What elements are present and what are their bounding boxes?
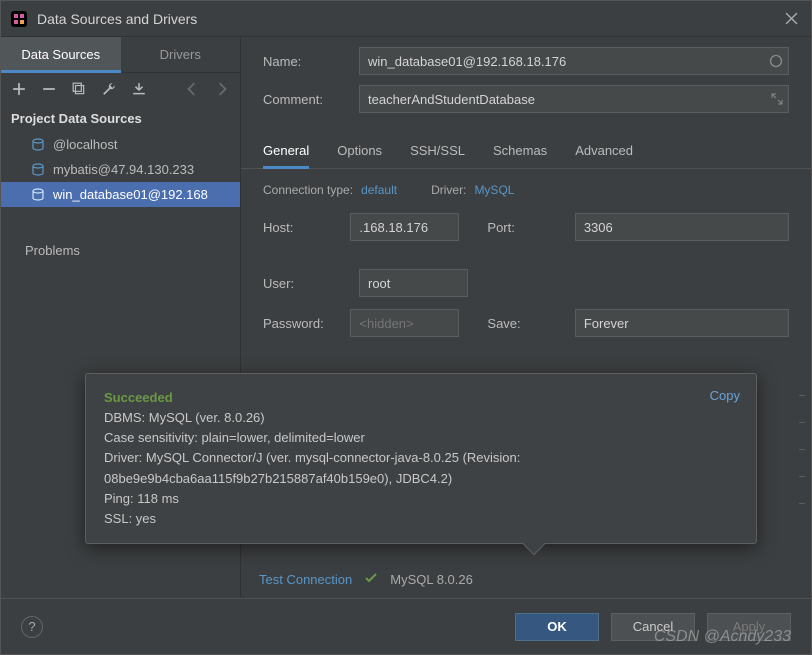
datasource-label: mybatis@47.94.130.233 <box>53 162 194 177</box>
arrow-left-icon <box>185 82 199 96</box>
test-connection-link[interactable]: Test Connection <box>259 572 352 587</box>
connection-info-line: Connection type: default Driver: MySQL <box>241 169 811 201</box>
driver-label: Driver: <box>431 183 466 197</box>
datasource-label: @localhost <box>53 137 118 152</box>
config-tabs: General Options SSH/SSL Schemas Advanced <box>241 119 811 169</box>
tab-options[interactable]: Options <box>337 143 382 168</box>
database-icon <box>31 163 45 177</box>
database-icon <box>31 188 45 202</box>
tab-advanced[interactable]: Advanced <box>575 143 633 168</box>
datasource-label: win_database01@192.168 <box>53 187 208 202</box>
close-button[interactable] <box>781 9 801 29</box>
name-label: Name: <box>263 54 349 69</box>
plus-icon <box>12 82 26 96</box>
tree-section-label: Project Data Sources <box>1 105 240 132</box>
port-label: Port: <box>487 220 564 235</box>
save-label: Save: <box>487 316 564 331</box>
popup-line: DBMS: MySQL (ver. 8.0.26) <box>104 408 738 428</box>
datasource-item-selected[interactable]: win_database01@192.168 <box>1 182 240 207</box>
datasource-item[interactable]: mybatis@47.94.130.233 <box>1 157 240 182</box>
user-input[interactable] <box>359 269 468 297</box>
reset-color-button[interactable] <box>769 54 783 68</box>
expand-button[interactable] <box>771 93 783 105</box>
conn-type-label: Connection type: <box>263 183 353 197</box>
test-connection-row: Test Connection MySQL 8.0.26 <box>259 571 473 588</box>
tab-sshssl[interactable]: SSH/SSL <box>410 143 465 168</box>
tab-data-sources[interactable]: Data Sources <box>1 37 121 72</box>
connection-result-popup: Copy Succeeded DBMS: MySQL (ver. 8.0.26)… <box>85 373 757 544</box>
titlebar: Data Sources and Drivers <box>1 1 811 37</box>
sidebar-toolbar <box>1 73 240 105</box>
popup-line: Case sensitivity: plain=lower, delimited… <box>104 428 738 448</box>
minus-icon <box>42 82 56 96</box>
comment-label: Comment: <box>263 92 349 107</box>
obscured-row-edges <box>799 395 805 504</box>
dialog-title: Data Sources and Drivers <box>37 11 781 27</box>
back-button[interactable] <box>184 81 200 97</box>
copy-link[interactable]: Copy <box>710 386 740 406</box>
close-icon <box>785 12 798 25</box>
driver-link[interactable]: MySQL <box>474 183 514 197</box>
port-input[interactable] <box>575 213 789 241</box>
wrench-icon <box>102 82 116 96</box>
host-input[interactable] <box>350 213 459 241</box>
tab-general[interactable]: General <box>263 143 309 168</box>
popup-line: SSL: yes <box>104 509 738 529</box>
tab-drivers[interactable]: Drivers <box>121 37 241 72</box>
make-global-button[interactable] <box>131 81 147 97</box>
dialog-footer: ? OK Cancel Apply <box>1 598 811 654</box>
apply-button[interactable]: Apply <box>707 613 791 641</box>
help-button[interactable]: ? <box>21 616 43 638</box>
password-input[interactable] <box>350 309 459 337</box>
user-label: User: <box>263 276 349 291</box>
database-icon <box>31 138 45 152</box>
conn-type-link[interactable]: default <box>361 183 397 197</box>
name-input[interactable] <box>359 47 789 75</box>
arrow-right-icon <box>215 82 229 96</box>
expand-icon <box>771 93 783 105</box>
problems-section[interactable]: Problems <box>1 235 240 266</box>
sidebar-tabs: Data Sources Drivers <box>1 37 240 73</box>
dialog-window: Data Sources and Drivers Data Sources Dr… <box>0 0 812 655</box>
popup-line: Driver: MySQL Connector/J (ver. mysql-co… <box>104 448 738 488</box>
ok-button[interactable]: OK <box>515 613 599 641</box>
comment-input[interactable] <box>359 85 789 113</box>
tab-schemas[interactable]: Schemas <box>493 143 547 168</box>
check-icon <box>364 571 378 588</box>
circle-icon <box>769 54 783 68</box>
settings-button[interactable] <box>101 81 117 97</box>
password-label: Password: <box>263 316 340 331</box>
db-version-text: MySQL 8.0.26 <box>390 572 473 587</box>
copy-icon <box>72 82 86 96</box>
cancel-button[interactable]: Cancel <box>611 613 695 641</box>
popup-line: Ping: 118 ms <box>104 489 738 509</box>
datasource-item[interactable]: @localhost <box>1 132 240 157</box>
forward-button[interactable] <box>214 81 230 97</box>
copy-button[interactable] <box>71 81 87 97</box>
import-icon <box>132 82 146 96</box>
save-select[interactable] <box>575 309 789 337</box>
add-button[interactable] <box>11 81 27 97</box>
host-label: Host: <box>263 220 340 235</box>
remove-button[interactable] <box>41 81 57 97</box>
status-succeeded: Succeeded <box>104 388 738 408</box>
app-icon <box>11 11 27 27</box>
